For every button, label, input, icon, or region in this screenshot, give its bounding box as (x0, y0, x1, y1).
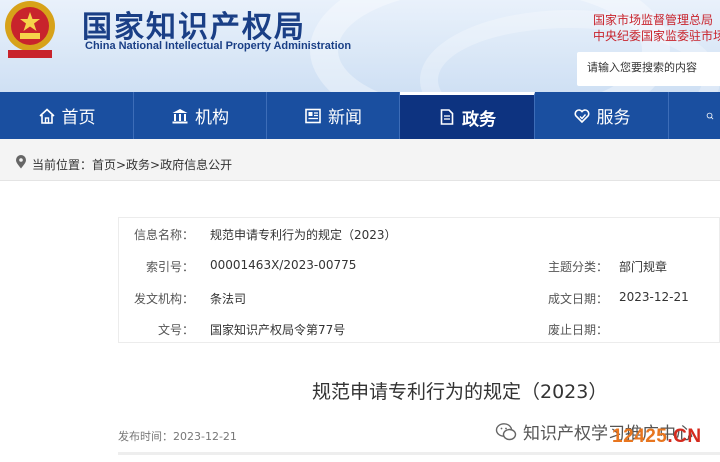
nav-services[interactable]: 服务 (535, 92, 669, 139)
site-title-en: China National Intellectual Property Adm… (85, 40, 352, 52)
wechat-icon (495, 422, 517, 440)
info-expire-label: 废止日期： (547, 323, 608, 337)
watermark-logo: 12425.CN (612, 426, 702, 448)
watermark-logo-number: 12425 (612, 426, 668, 447)
info-topic-value: 部门规章 (619, 260, 668, 274)
main-nav: 首页 机构 新闻 政务 服务 (0, 92, 720, 139)
info-index-value: 00001463X/2023-00775 (210, 258, 357, 272)
national-emblem-icon (5, 1, 55, 58)
samr-link[interactable]: 国家市场监督管理总局 (593, 11, 713, 28)
info-name-value: 规范申请专利行为的规定（2023） (210, 228, 397, 242)
nav-home[interactable]: 首页 (0, 92, 134, 139)
info-topic-label: 主题分类： (547, 260, 608, 274)
nav-home-label: 首页 (61, 108, 96, 128)
search-input[interactable] (587, 61, 720, 74)
publish-date: 发布时间：2023-12-21 (118, 430, 237, 443)
divider (118, 452, 720, 455)
info-docno-label: 文号： (157, 323, 194, 337)
nav-organization[interactable]: 机构 (134, 92, 267, 139)
info-index-label: 索引号： (145, 260, 194, 274)
info-date-label: 成文日期： (547, 292, 608, 306)
search-icon (706, 112, 714, 119)
document-icon (440, 109, 454, 125)
nav-government-affairs[interactable]: 政务 (400, 92, 535, 139)
site-header: 国家知识产权局 China National Intellectual Prop… (0, 0, 720, 92)
heart-hand-icon (573, 108, 590, 123)
info-agency-value: 条法司 (210, 292, 247, 306)
watermark-logo-domain: .CN (667, 426, 702, 447)
info-agency-label: 发文机构： (133, 292, 194, 306)
nav-services-label: 服务 (596, 108, 631, 128)
document-title-text: 规范申请专利行为的规定（2023） (312, 381, 608, 403)
info-row-index: 索引号： 00001463X/2023-00775 主题分类： 部门规章 (119, 258, 720, 287)
location-pin-icon (16, 155, 26, 169)
home-icon (38, 107, 55, 124)
nav-news-label: 新闻 (328, 108, 362, 128)
nav-organization-label: 机构 (195, 108, 229, 128)
breadcrumb-text[interactable]: 当前位置：首页>政务>政府信息公开 (32, 156, 232, 173)
info-table: 信息名称： 规范申请专利行为的规定（2023） 索引号： 00001463X/2… (118, 217, 720, 343)
info-date-value: 2023-12-21 (619, 290, 689, 304)
info-row-agency: 发文机构： 条法司 成文日期： 2023-12-21 (119, 290, 720, 319)
news-icon (305, 108, 321, 123)
breadcrumb: 当前位置：首页>政务>政府信息公开 (0, 139, 720, 181)
nav-more[interactable] (669, 92, 720, 139)
info-name-label: 信息名称： (133, 228, 194, 242)
info-docno-value: 国家知识产权局令第77号 (210, 323, 346, 337)
info-row-docno: 文号： 国家知识产权局令第77号 废止日期： (119, 321, 720, 350)
search-box (577, 52, 720, 86)
building-icon (172, 108, 188, 123)
nav-news[interactable]: 新闻 (267, 92, 400, 139)
discipline-link[interactable]: 中央纪委国家监委驻市场 (593, 27, 720, 44)
nav-government-affairs-label: 政务 (462, 109, 496, 130)
info-row-name: 信息名称： 规范申请专利行为的规定（2023） (119, 226, 720, 255)
